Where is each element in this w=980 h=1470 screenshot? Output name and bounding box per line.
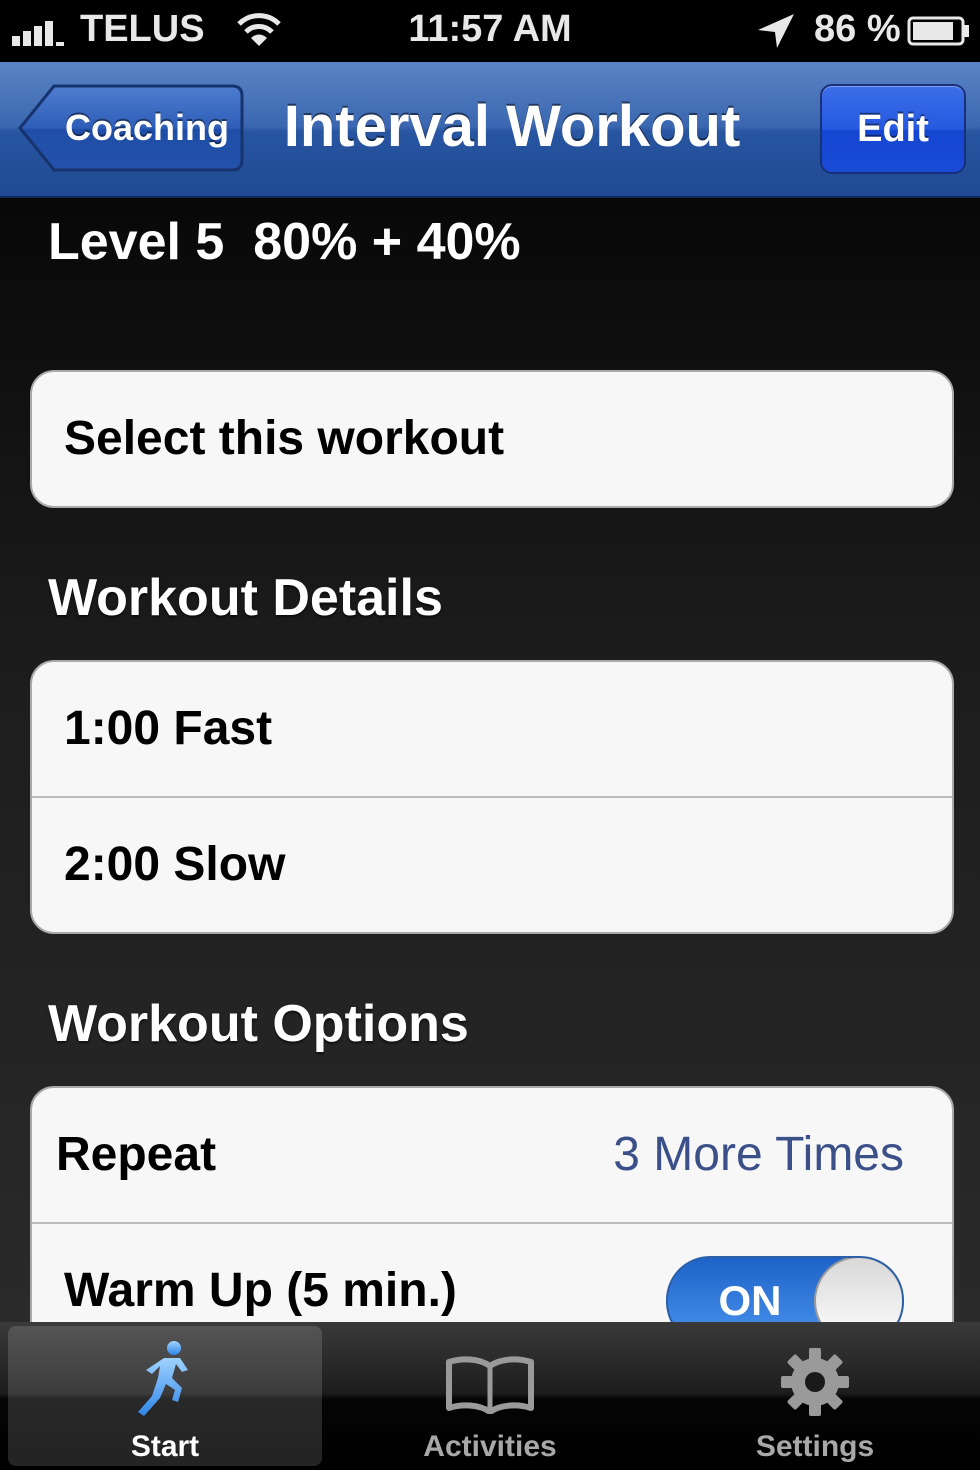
workout-details-group: 1:00 Fast 2:00 Slow: [30, 660, 954, 934]
location-arrow-icon: [758, 14, 794, 48]
tab-start-label: Start: [130, 1430, 200, 1463]
navigation-bar: Coaching Interval Workout Edit: [0, 62, 980, 198]
battery-percent: 86 %: [814, 8, 901, 50]
tab-settings-label: Settings: [755, 1430, 875, 1463]
warmup-row: Warm Up (5 min.) ON: [32, 1224, 952, 1322]
gear-icon: [781, 1348, 849, 1416]
warmup-label: Warm Up (5 min.): [64, 1264, 457, 1317]
page-title: Interval Workout: [283, 94, 741, 159]
status-bar: TELUS 11:57 AM 86 %: [0, 0, 980, 62]
toggle-on-text: ON: [718, 1277, 782, 1322]
select-workout-button[interactable]: Select this workout: [32, 372, 952, 506]
workout-options-header: Workout Options: [48, 995, 469, 1053]
book-icon: [446, 1356, 534, 1414]
workout-details-header: Workout Details: [48, 569, 443, 627]
interval-fast-label: 1:00 Fast: [64, 702, 273, 755]
tab-settings[interactable]: Settings: [658, 1326, 972, 1466]
warmup-toggle[interactable]: ON: [666, 1256, 904, 1322]
repeat-row[interactable]: Repeat 3 More Times: [32, 1088, 952, 1224]
select-workout-group: Select this workout: [30, 370, 954, 508]
list-item[interactable]: 2:00 Slow: [32, 798, 952, 932]
back-button-label: Coaching: [64, 107, 229, 148]
tab-start[interactable]: Start: [8, 1326, 322, 1466]
battery-icon: [907, 16, 969, 46]
list-item[interactable]: 1:00 Fast: [32, 662, 952, 798]
repeat-value: 3 More Times: [613, 1128, 904, 1181]
tab-bar: Start Activities Settings: [0, 1322, 980, 1470]
workout-content[interactable]: Level 5 80% + 40% Select this workout Wo…: [0, 198, 980, 1322]
tab-activities[interactable]: Activities: [334, 1326, 646, 1466]
select-workout-label: Select this workout: [64, 412, 505, 465]
edit-button[interactable]: Edit: [820, 84, 966, 174]
runner-icon: [138, 1341, 188, 1416]
repeat-label: Repeat: [56, 1128, 217, 1181]
workout-options-group: Repeat 3 More Times Warm Up (5 min.) ON: [30, 1086, 954, 1322]
tab-activities-label: Activities: [423, 1430, 557, 1463]
workout-level-summary: Level 5 80% + 40%: [48, 213, 521, 271]
back-button-coaching[interactable]: Coaching: [18, 84, 244, 172]
interval-slow-label: 2:00 Slow: [64, 838, 286, 891]
